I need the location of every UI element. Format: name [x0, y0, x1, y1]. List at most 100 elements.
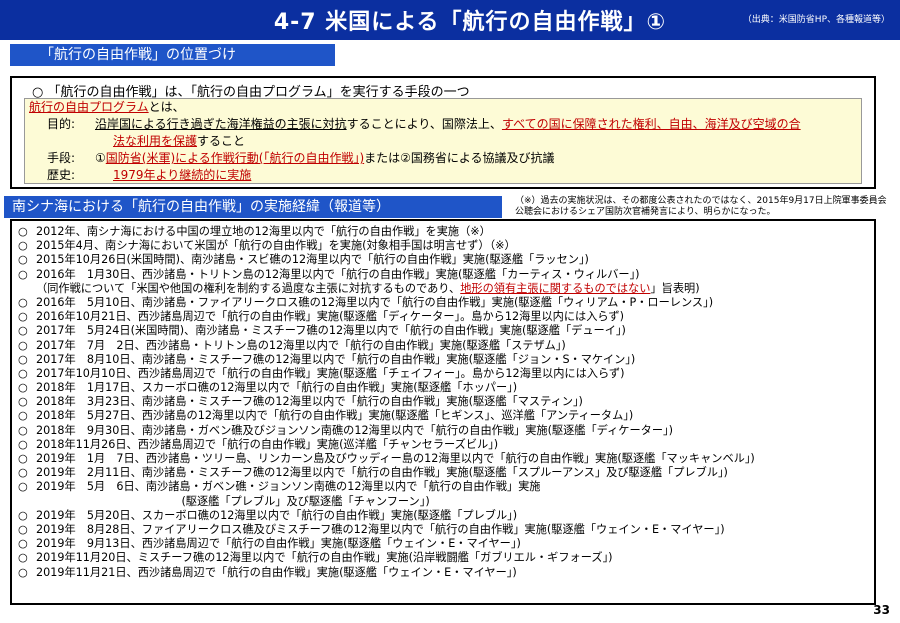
history-entry: ○ 2018年11月26日、西沙諸島周辺で「航行の自由作戦」実施(巡洋艦「チャンセ…: [18, 438, 868, 452]
entry-text: 2019年 5月 6日、南沙諸島・ガベン礁・ジョンソン南礁の12海里以内で「航行…: [36, 480, 541, 494]
means-part-c: または②国務省による協議及び抗議: [364, 151, 555, 165]
means-row: ①国防省(米軍)による作戦行動(「航行の自由作戦」)または②国務省による協議及び…: [95, 150, 555, 167]
bullet-mark: ○: [18, 381, 28, 395]
section-band-history: 南シナ海における「航行の自由作戦」の実施経緯（報道等）: [4, 196, 502, 218]
entry-text: 2017年 8月10日、南沙諸島・ミスチーフ礁の12海里以内で「航行の自由作戦」…: [36, 352, 636, 366]
bullet-mark: ○: [18, 310, 28, 324]
bullet-mark: ○: [18, 565, 28, 579]
history-entry: (駆逐艦「プレブル」及び駆逐艦「チャンフーン」): [18, 495, 868, 509]
means-part-b: 国防省(米軍)による作戦行動(「航行の自由作戦」): [105, 151, 365, 165]
entry-text: 2019年 2月11日、南沙諸島・ミスチーフ礁の12海里以内で「航行の自由作戦」…: [36, 466, 728, 480]
history-entry: ○ 2018年 3月23日、南沙諸島・ミスチーフ礁の12海里以内で「航行の自由作戦…: [18, 395, 868, 409]
purpose-row-2: 法な利用を保護すること: [113, 133, 245, 150]
history-entry: ○ 2018年 5月27日、西沙諸島の12海里以内で「航行の自由作戦」実施(駆逐艦…: [18, 409, 868, 423]
entry-text: 2018年 9月30日、南沙諸島・ガベン礁及びジョンソン南礁の12海里以内で「航…: [36, 423, 673, 437]
entry-highlight: 地形の領有主張に関するものではない: [460, 281, 651, 295]
history-entry: ○ 2019年 1月 7日、西沙諸島・ツリー島、リンカーン島及びウッディー島の12…: [18, 452, 868, 466]
history-entry: ○ 2015年10月26日(米国時間)、南沙諸島・スビ礁の12海里以内で「航行の自…: [18, 253, 868, 267]
entry-text: 2016年10月21日、西沙諸島周辺で「航行の自由作戦」実施(駆逐艦「ディケータ…: [36, 310, 624, 324]
history-entry: ○ 2017年 8月10日、南沙諸島・ミスチーフ礁の12海里以内で「航行の自由作戦…: [18, 353, 868, 367]
purpose-part-c: すべての国に保障された権利、自由、海洋及び空域の合: [501, 117, 801, 131]
bullet-mark: ○: [18, 352, 28, 366]
entry-text: 2019年 5月20日、スカーボロ礁の12海里以内で「航行の自由作戦」実施(駆逐…: [36, 508, 518, 522]
bullet-mark: ○: [18, 466, 28, 480]
history-entry: ○ 2019年 9月13日、西沙諸島周辺で「航行の自由作戦」実施(駆逐艦「ウェイン…: [18, 537, 868, 551]
history-entry: ○ 2019年 5月20日、スカーボロ礁の12海里以内で「航行の自由作戦」実施(駆…: [18, 509, 868, 523]
bullet-mark: ○: [18, 338, 28, 352]
history-box: ○ 2012年、南シナ海における中国の埋立地の12海里以内で「航行の自由作戦」を実…: [10, 219, 876, 605]
purpose-part-b: することにより、国際法上、: [346, 117, 502, 131]
bullet-mark: ○: [18, 366, 28, 380]
entry-text: 2015年4月、南シナ海において米国が「航行の自由作戦」を実施(対象相手国は明言…: [36, 239, 516, 253]
bullet-mark: ○: [18, 551, 28, 565]
bullet-mark: ○: [18, 395, 28, 409]
program-title-row: 航行の自由プログラムとは、: [29, 99, 185, 116]
bullet-mark: ○: [18, 239, 28, 253]
bullet-mark: ○: [18, 423, 28, 437]
bullet-mark: ○: [18, 537, 28, 551]
bullet-mark: ○: [18, 452, 28, 465]
bullet-mark: ○: [18, 253, 28, 267]
bullet-mark: ○: [18, 267, 28, 281]
purpose-part-d: 法な利用を保護: [113, 134, 198, 148]
entry-text: 2017年 7月 2日、西沙諸島・トリトン島の12海里以内で「航行の自由作戦」実…: [36, 338, 566, 352]
history-entry: ○ 2019年 2月11日、南沙諸島・ミスチーフ礁の12海里以内で「航行の自由作戦…: [18, 466, 868, 480]
history-list: ○ 2012年、南シナ海における中国の埋立地の12海里以内で「航行の自由作戦」を実…: [18, 225, 868, 580]
history-value-text: 1979年より継続的に実施: [113, 168, 252, 182]
entry-text: 2019年11月21日、西沙諸島周辺で「航行の自由作戦」実施(駆逐艦「ウェイン・…: [36, 565, 517, 579]
history-entry: ○ 2015年4月、南シナ海において米国が「航行の自由作戦」を実施(対象相手国は明…: [18, 239, 868, 253]
positioning-box: ○ 「航行の自由作戦」は、「航行の自由プログラム」を実行する手段の一つ 航行の自…: [10, 76, 876, 189]
bullet-mark: ○: [18, 437, 28, 451]
entry-text: 2016年 1月30日、西沙諸島・トリトン島の12海里以内で「航行の自由作戦」実…: [36, 267, 640, 281]
purpose-label: 目的:: [47, 117, 76, 131]
page-number: 33: [873, 603, 890, 617]
title-bar: 4-7 米国による「航行の自由作戦」① （出典：米国防省HP、各種報道等）: [0, 0, 900, 40]
history-entry: ○ 2016年10月21日、西沙諸島周辺で「航行の自由作戦」実施(駆逐艦「ディケー…: [18, 310, 868, 324]
means-part-a: ①: [95, 151, 106, 165]
entry-text: (駆逐艦「プレブル」及び駆逐艦「チャンフーン」): [36, 494, 430, 508]
bullet-mark: ○: [18, 480, 28, 494]
history-entry: ○ 2019年 5月 6日、南沙諸島・ガベン礁・ジョンソン南礁の12海里以内で「航…: [18, 480, 868, 494]
entry-text: 2019年 8月28日、ファイアリークロス礁及びミスチーフ礁の12海里以内で「航…: [36, 522, 725, 536]
purpose-part-e: すること: [197, 134, 246, 148]
entry-text: （同作戦について「米国や他国の権利を制約する過度な主張に対抗するものであり、: [36, 281, 461, 295]
history-entry: ○ 2016年 5月10日、南沙諸島・ファイアリークロス礁の12海里以内で「航行の…: [18, 296, 868, 310]
purpose-row: 沿岸国による行き過ぎた海洋権益の主張に対抗することにより、国際法上、すべての国に…: [95, 116, 801, 133]
entry-tail: 」旨表明): [650, 281, 700, 295]
means-label: 手段:: [47, 151, 76, 165]
entry-text: 2019年 9月13日、西沙諸島周辺で「航行の自由作戦」実施(駆逐艦「ウェイン・…: [36, 537, 521, 551]
history-entry: ○ 2019年11月21日、西沙諸島周辺で「航行の自由作戦」実施(駆逐艦「ウェイン…: [18, 566, 868, 580]
entry-text: 2017年10月10日、西沙諸島周辺で「航行の自由作戦」実施(駆逐艦「チェイフィ…: [36, 366, 625, 380]
history-entry: （同作戦について「米国や他国の権利を制約する過度な主張に対抗するものであり、地形…: [18, 282, 868, 296]
history-value: 1979年より継続的に実施: [113, 167, 251, 184]
history-entry: ○ 2017年10月10日、西沙諸島周辺で「航行の自由作戦」実施(駆逐艦「チェイフ…: [18, 367, 868, 381]
entry-text: 2018年 1月17日、スカーボロ礁の12海里以内で「航行の自由作戦」実施(駆逐…: [36, 381, 518, 395]
purpose-part-a: 沿岸国による行き過ぎた海洋権益の主張に対抗: [95, 117, 347, 131]
bullet-mark: ○: [18, 522, 28, 536]
entry-text: 2016年 5月10日、南沙諸島・ファイアリークロス礁の12海里以内で「航行の自…: [36, 295, 714, 309]
history-label: 歴史:: [47, 168, 76, 182]
history-entry: ○ 2018年 1月17日、スカーボロ礁の12海里以内で「航行の自由作戦」実施(駆…: [18, 381, 868, 395]
history-entry: ○ 2019年 8月28日、ファイアリークロス礁及びミスチーフ礁の12海里以内で「…: [18, 523, 868, 537]
bullet-mark: ○: [18, 508, 28, 522]
entry-text: 2018年 3月23日、南沙諸島・ミスチーフ礁の12海里以内で「航行の自由作戦」…: [36, 395, 583, 409]
history-entry: ○ 2017年 5月24日(米国時間)、南沙諸島・ミスチーフ礁の12海里以内で「航…: [18, 324, 868, 338]
history-entry: ○ 2019年11月20日、ミスチーフ礁の12海里以内で「航行の自由作戦」実施(沿…: [18, 551, 868, 565]
entry-text: 2017年 5月24日(米国時間)、南沙諸島・ミスチーフ礁の12海里以内で「航行…: [36, 324, 626, 338]
program-title-red: 航行の自由プログラム: [29, 100, 149, 114]
bullet-mark: ○: [18, 225, 28, 238]
history-entry: ○ 2017年 7月 2日、西沙諸島・トリトン島の12海里以内で「航行の自由作戦」…: [18, 339, 868, 353]
entry-text: 2012年、南シナ海における中国の埋立地の12海里以内で「航行の自由作戦」を実施…: [36, 225, 491, 238]
source-note: （出典：米国防省HP、各種報道等）: [742, 15, 890, 25]
section-band-positioning: 「航行の自由作戦」の位置づけ: [10, 44, 335, 66]
disclosure-note: （※）過去の実施状況は、その都度公表されたのではなく、2015年9月17日上院軍…: [515, 196, 887, 217]
bullet-mark: ○: [18, 409, 28, 423]
history-entry: ○ 2018年 9月30日、南沙諸島・ガベン礁及びジョンソン南礁の12海里以内で「…: [18, 424, 868, 438]
entry-text: 2015年10月26日(米国時間)、南沙諸島・スビ礁の12海里以内で「航行の自由…: [36, 253, 589, 267]
entry-text: 2019年11月20日、ミスチーフ礁の12海里以内で「航行の自由作戦」実施(沿岸…: [36, 551, 613, 565]
entry-text: 2019年 1月 7日、西沙諸島・ツリー島、リンカーン島及びウッディー島の12海…: [36, 452, 755, 465]
history-entry: ○ 2016年 1月30日、西沙諸島・トリトン島の12海里以内で「航行の自由作戦」…: [18, 268, 868, 282]
entry-text: 2018年 5月27日、西沙諸島の12海里以内で「航行の自由作戦」実施(駆逐艦「…: [36, 409, 634, 423]
bullet-mark: ○: [18, 295, 28, 309]
program-definition-box: 航行の自由プログラムとは、 目的: 沿岸国による行き過ぎた海洋権益の主張に対抗す…: [24, 98, 862, 184]
